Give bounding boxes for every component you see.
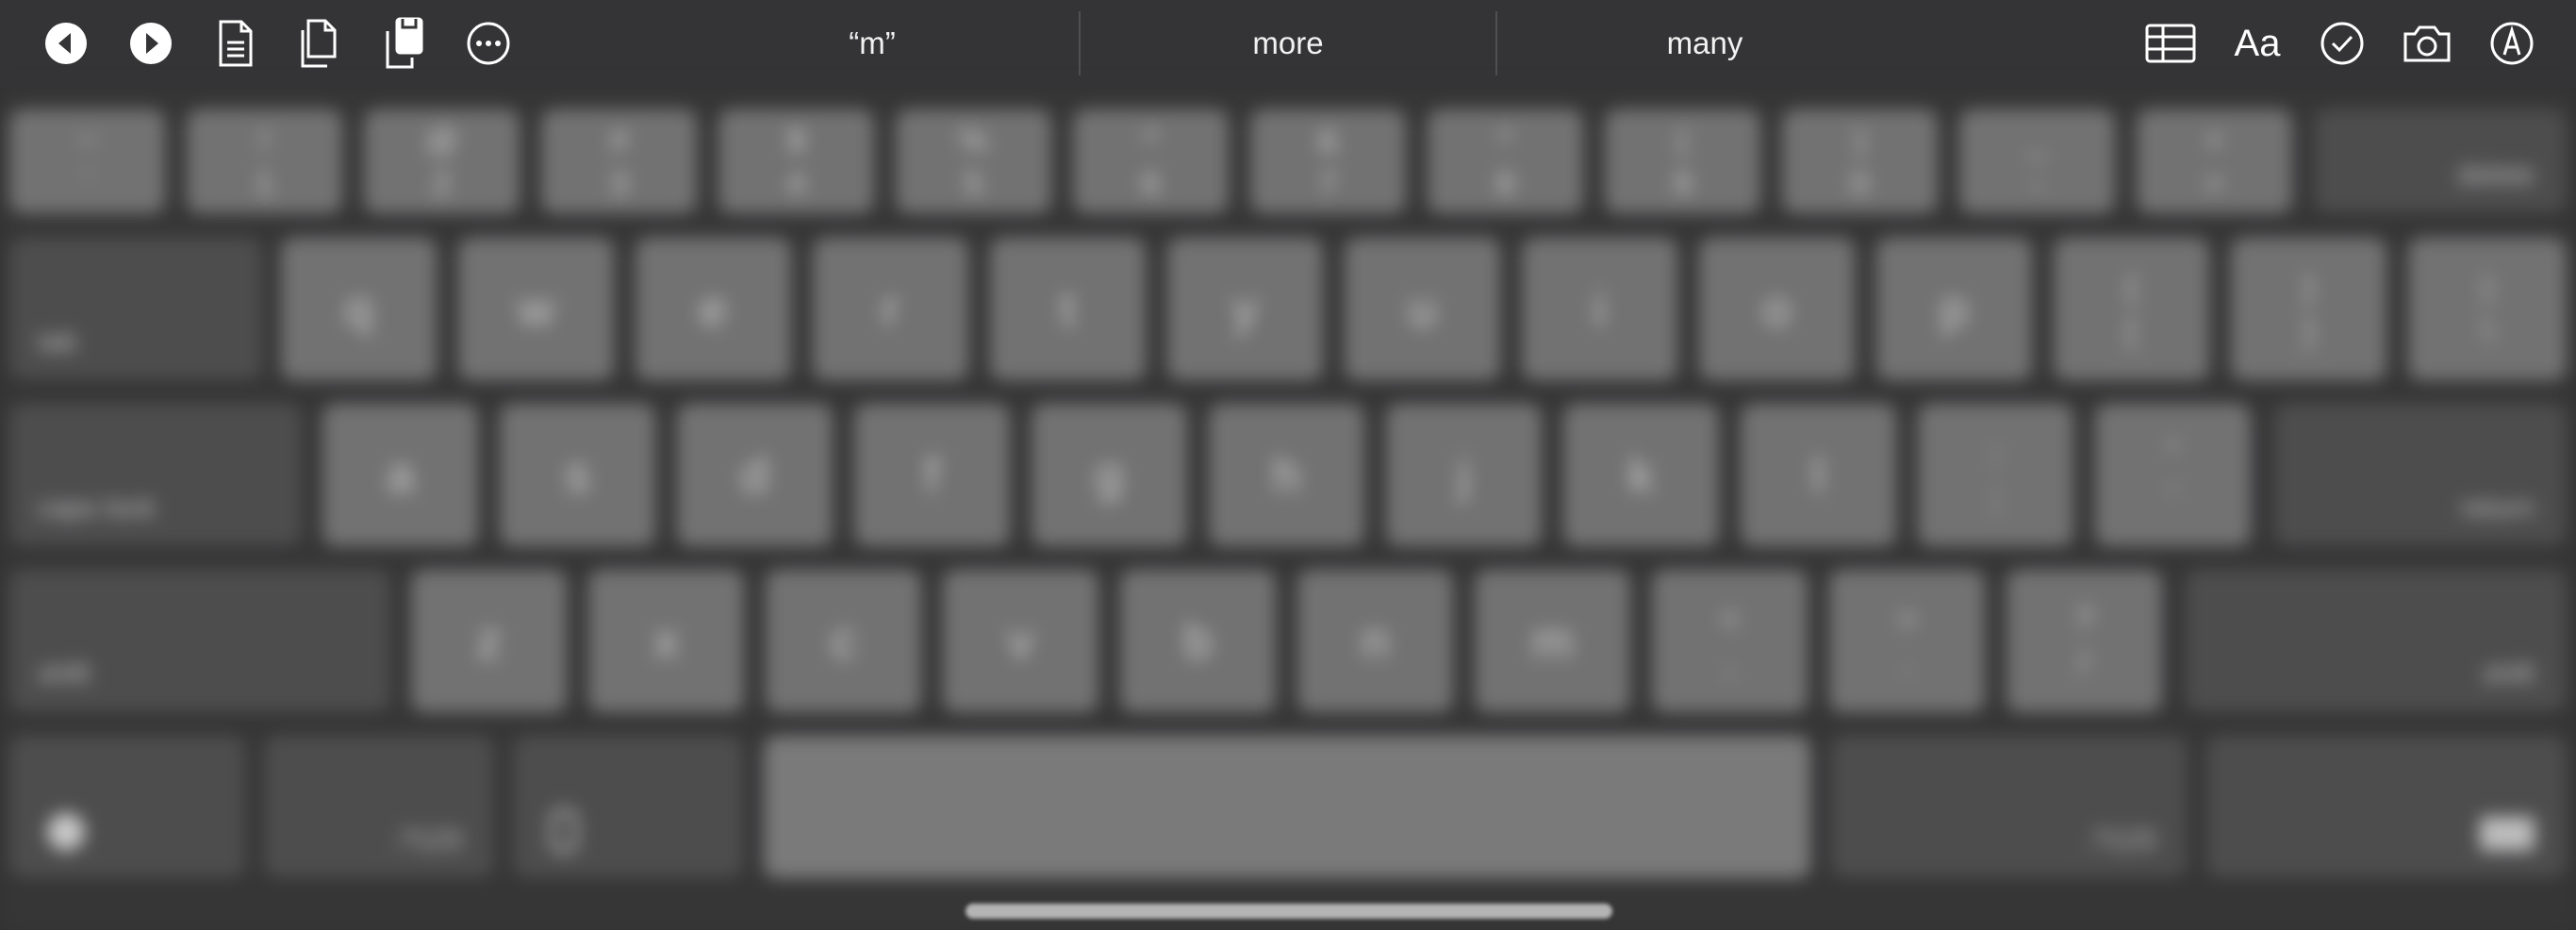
suggestion-1[interactable]: “m” xyxy=(665,0,1080,87)
checklist-icon[interactable] xyxy=(2314,15,2370,72)
key-5[interactable]: % 5 xyxy=(896,109,1051,214)
key-x[interactable]: x xyxy=(588,570,744,713)
key-period[interactable]: >. xyxy=(1829,570,1985,713)
key-backslash[interactable]: | \ xyxy=(2408,238,2567,381)
key-bracket-left[interactable]: {[ xyxy=(2054,238,2209,381)
shortcuts-bar: “m” more many Aa xyxy=(0,0,2576,87)
more-options-icon[interactable] xyxy=(460,15,517,72)
key-v[interactable]: v xyxy=(943,570,1098,713)
key-e[interactable]: e xyxy=(636,238,791,381)
key-o[interactable]: o xyxy=(1699,238,1855,381)
copy-icon[interactable] xyxy=(290,15,347,72)
key-g[interactable]: g xyxy=(1032,404,1187,547)
space-key[interactable] xyxy=(764,736,1810,879)
key-8[interactable]: * 8 xyxy=(1428,109,1583,214)
key-0[interactable]: ) 0 xyxy=(1782,109,1938,214)
key-w[interactable]: w xyxy=(458,238,614,381)
keyboard: ~ ` ! 1 @2 #3 $4 % 5 ^ 6 & 7 * 8 (9 ) 0 _ - + = d… xyxy=(0,87,2576,930)
suggestion-3[interactable]: many xyxy=(1497,0,1912,87)
key-p[interactable]: p xyxy=(1876,238,2032,381)
key-u[interactable]: u xyxy=(1345,238,1500,381)
shift-left-key[interactable]: shift xyxy=(9,570,390,713)
key-c[interactable]: c xyxy=(766,570,921,713)
key-r[interactable]: r xyxy=(813,238,968,381)
key-k[interactable]: k xyxy=(1563,404,1719,547)
return-key[interactable]: return xyxy=(2274,404,2567,547)
key-9[interactable]: (9 xyxy=(1605,109,1760,214)
key-4[interactable]: $4 xyxy=(718,109,874,214)
key-q[interactable]: q xyxy=(281,238,437,381)
markup-icon[interactable] xyxy=(2484,15,2540,72)
key-a[interactable]: a xyxy=(322,404,478,547)
key-m[interactable]: m xyxy=(1475,570,1630,713)
key-comma[interactable]: <, xyxy=(1652,570,1808,713)
key-i[interactable]: i xyxy=(1522,238,1677,381)
key-h[interactable]: h xyxy=(1209,404,1364,547)
hide-keyboard-icon xyxy=(2480,817,2535,851)
key-j[interactable]: j xyxy=(1386,404,1542,547)
clipboard-icon[interactable] xyxy=(375,15,432,72)
key-7[interactable]: & 7 xyxy=(1250,109,1406,214)
redo-icon[interactable] xyxy=(123,15,179,72)
emoji-key[interactable] xyxy=(9,736,245,879)
hide-keyboard-key[interactable] xyxy=(2206,736,2567,879)
key-equals[interactable]: + = xyxy=(2137,109,2292,214)
undo-icon[interactable] xyxy=(38,15,94,72)
key-minus[interactable]: _ - xyxy=(1959,109,2115,214)
caps-lock-key[interactable]: caps lock xyxy=(9,404,302,547)
table-icon[interactable] xyxy=(2142,15,2199,72)
emoji-icon xyxy=(47,813,85,851)
key-s[interactable]: s xyxy=(500,404,655,547)
home-indicator[interactable] xyxy=(966,904,1612,919)
shift-right-key[interactable]: shift xyxy=(2186,570,2567,713)
dictation-key[interactable] xyxy=(513,736,743,879)
key-n[interactable]: n xyxy=(1297,570,1453,713)
numbers-right-key[interactable]: .?123 xyxy=(1831,736,2188,879)
key-b[interactable]: b xyxy=(1120,570,1276,713)
key-tilde[interactable]: ~ ` xyxy=(9,109,165,214)
key-3[interactable]: #3 xyxy=(541,109,697,214)
tab-key[interactable]: tab xyxy=(9,238,262,381)
paste-icon[interactable] xyxy=(207,15,264,72)
key-2[interactable]: @2 xyxy=(364,109,520,214)
suggestion-2[interactable]: more xyxy=(1081,0,1495,87)
key-bracket-right[interactable]: }] xyxy=(2231,238,2386,381)
key-quote[interactable]: " ' xyxy=(2095,404,2251,547)
key-1[interactable]: ! 1 xyxy=(187,109,342,214)
key-y[interactable]: y xyxy=(1167,238,1323,381)
key-z[interactable]: z xyxy=(411,570,567,713)
key-d[interactable]: d xyxy=(677,404,833,547)
delete-key[interactable]: delete xyxy=(2314,109,2567,214)
key-slash[interactable]: ? / xyxy=(2006,570,2162,713)
key-f[interactable]: f xyxy=(854,404,1010,547)
camera-icon[interactable] xyxy=(2399,15,2455,72)
format-text-label: Aa xyxy=(2234,22,2281,64)
key-l[interactable]: l xyxy=(1741,404,1896,547)
format-text-icon[interactable]: Aa xyxy=(2229,15,2286,72)
key-t[interactable]: t xyxy=(990,238,1146,381)
microphone-icon xyxy=(551,809,577,853)
numbers-left-key[interactable]: .?123 xyxy=(264,736,494,879)
key-6[interactable]: ^ 6 xyxy=(1073,109,1229,214)
key-semicolon[interactable]: :; xyxy=(1918,404,2073,547)
